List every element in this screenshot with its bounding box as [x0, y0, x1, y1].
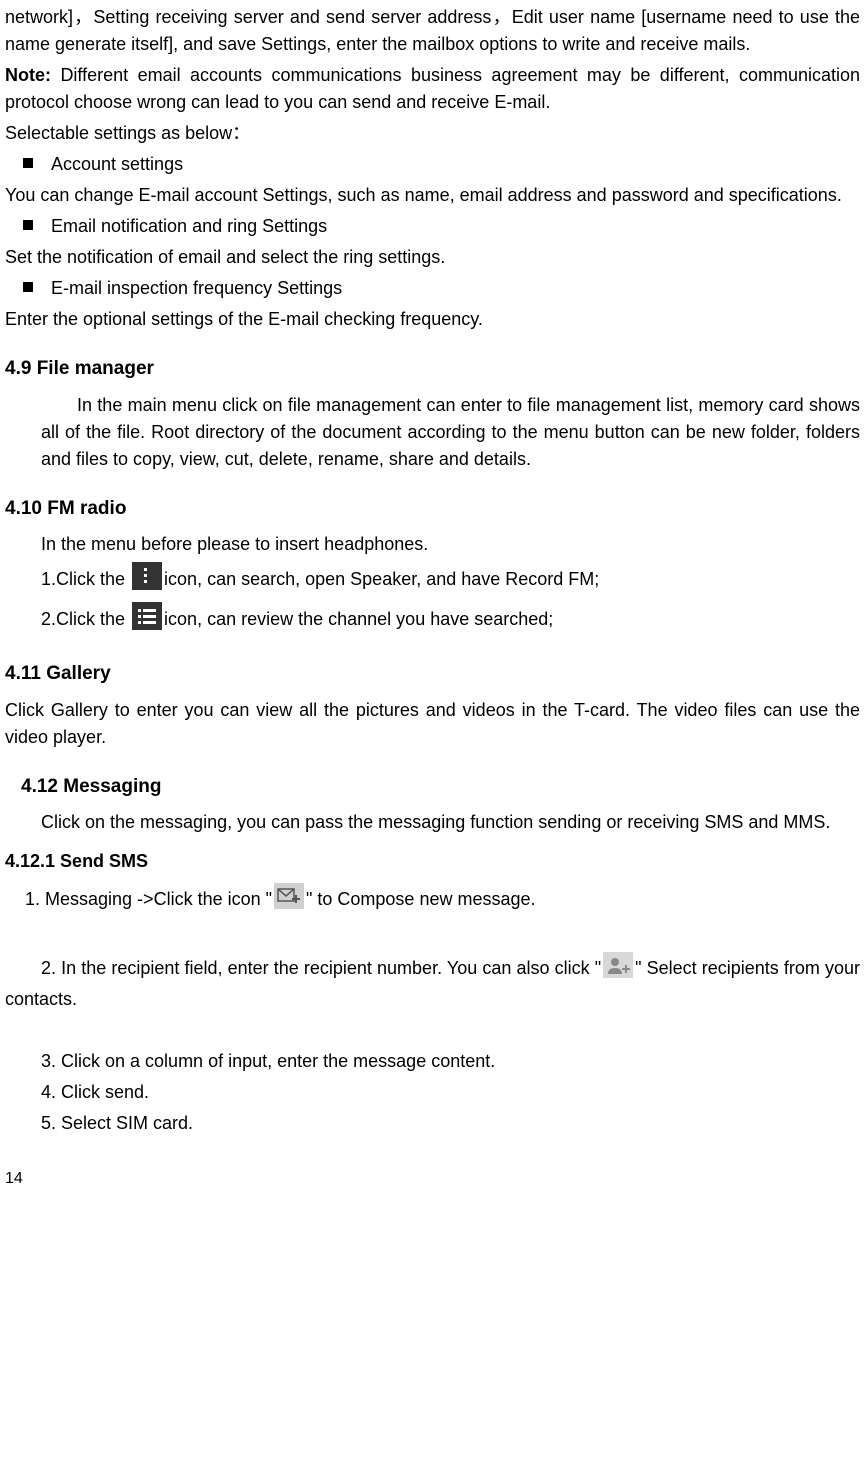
bullet-desc: You can change E-mail account Settings, … [5, 182, 860, 209]
heading-send-sms: 4.12.1 Send SMS [5, 848, 860, 875]
bullet-desc: Enter the optional settings of the E-mai… [5, 306, 860, 333]
bullet-email-notification: Email notification and ring Settings [5, 213, 860, 240]
note-body: Different email accounts communications … [5, 65, 860, 112]
bullet-marker-icon [23, 220, 33, 230]
sms-step-3: 3. Click on a column of input, enter the… [5, 1048, 860, 1075]
fm-step-1: 1.Click the icon, can search, open Speak… [5, 562, 860, 598]
heading-gallery: 4.11 Gallery [5, 660, 860, 689]
bullet-text: E-mail inspection frequency Settings [51, 275, 342, 302]
heading-messaging: 4.12 Messaging [5, 773, 860, 802]
bullet-marker-icon [23, 158, 33, 168]
sms-step-5: 5. Select SIM card. [5, 1110, 860, 1137]
compose-message-icon [274, 883, 304, 917]
sms-step-2: 2. In the recipient field, enter the rec… [5, 952, 860, 1013]
sms-step-4: 4. Click send. [5, 1079, 860, 1106]
fm-step-2: 2.Click the icon, can review the channel… [5, 602, 860, 638]
add-contact-icon [603, 952, 633, 986]
bullet-text: Account settings [51, 151, 183, 178]
heading-file-manager: 4.9 File manager [5, 355, 860, 384]
paragraph-intro: network]，Setting receiving server and se… [5, 4, 860, 58]
heading-fm-radio: 4.10 FM radio [5, 495, 860, 524]
page-number: 14 [5, 1167, 860, 1191]
bullet-marker-icon [23, 282, 33, 292]
bullet-desc: Set the notification of email and select… [5, 244, 860, 271]
file-manager-body: In the main menu click on file managemen… [5, 392, 860, 473]
bullet-account-settings: Account settings [5, 151, 860, 178]
bullet-text: Email notification and ring Settings [51, 213, 327, 240]
list-icon [132, 602, 162, 638]
fm-intro: In the menu before please to insert head… [5, 531, 860, 558]
bullet-email-inspection: E-mail inspection frequency Settings [5, 275, 860, 302]
gallery-body: Click Gallery to enter you can view all … [5, 697, 860, 751]
selectable-intro: Selectable settings as below： [5, 120, 860, 147]
note-paragraph: Note: Different email accounts communica… [5, 62, 860, 116]
menu-dots-icon [132, 562, 162, 598]
messaging-body: Click on the messaging, you can pass the… [5, 809, 860, 836]
sms-step-1: 1. Messaging ->Click the icon " " to Com… [5, 883, 860, 917]
note-label: Note: [5, 65, 60, 85]
